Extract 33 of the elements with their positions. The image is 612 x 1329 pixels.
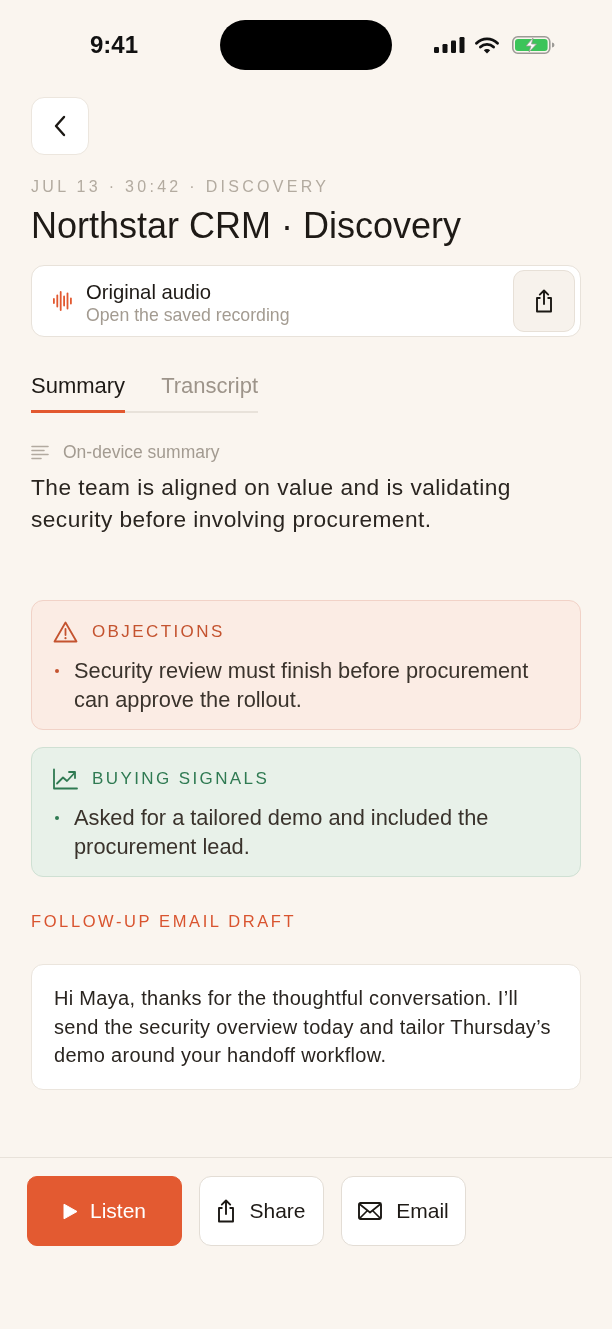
page-title: Northstar CRM · Discovery (31, 206, 462, 246)
wifi-icon (475, 36, 499, 54)
bullet-text: Asked for a tailored demo and included the procurement lead. (74, 804, 490, 861)
bullet-icon (55, 669, 59, 673)
audio-card[interactable]: Original audio Open the saved recording (31, 265, 581, 337)
waveform-icon (53, 291, 72, 311)
tab[interactable]: Summary (31, 373, 126, 413)
audio-title: Original audio (86, 279, 212, 304)
text-lines-icon (31, 444, 49, 460)
battery-charging-icon (512, 36, 555, 54)
summary-text: The team is aligned on value and is validating security before involving procurement. (31, 473, 512, 534)
bullet-icon (55, 816, 59, 820)
signal-icon (434, 37, 465, 53)
card-heading: OBJECTIONS (92, 621, 225, 643)
bullet-text: Security review must finish before procurement can approve the rollout. (74, 657, 530, 714)
share-icon (217, 1199, 236, 1223)
card-heading: BUYING SIGNALS (92, 768, 270, 790)
play-icon (62, 1202, 78, 1220)
email-draft-label: FOLLOW-UP EMAIL DRAFT (31, 911, 297, 931)
share-button[interactable]: Share (199, 1176, 324, 1246)
share-icon (535, 289, 553, 313)
audio-subtitle: Open the saved recording (86, 303, 290, 327)
recording-meta: JUL 13 · 30:42 · DISCOVERY (31, 178, 330, 196)
envelope-icon (358, 1202, 383, 1220)
summary-label: On-device summary (63, 441, 220, 463)
listen-button[interactable]: Listen (27, 1176, 182, 1246)
email-button[interactable]: Email (341, 1176, 466, 1246)
status-time: 9:41 (89, 31, 138, 59)
share-audio-button[interactable] (513, 270, 575, 332)
trending-up-icon (53, 768, 78, 790)
warning-icon (53, 621, 78, 643)
back-icon (53, 114, 67, 138)
email-draft-text: Hi Maya, thanks for the thoughtful conversation. I’ll send the security overview today and tailor Thursday’s demo around your handoff workflow. (54, 986, 552, 1068)
